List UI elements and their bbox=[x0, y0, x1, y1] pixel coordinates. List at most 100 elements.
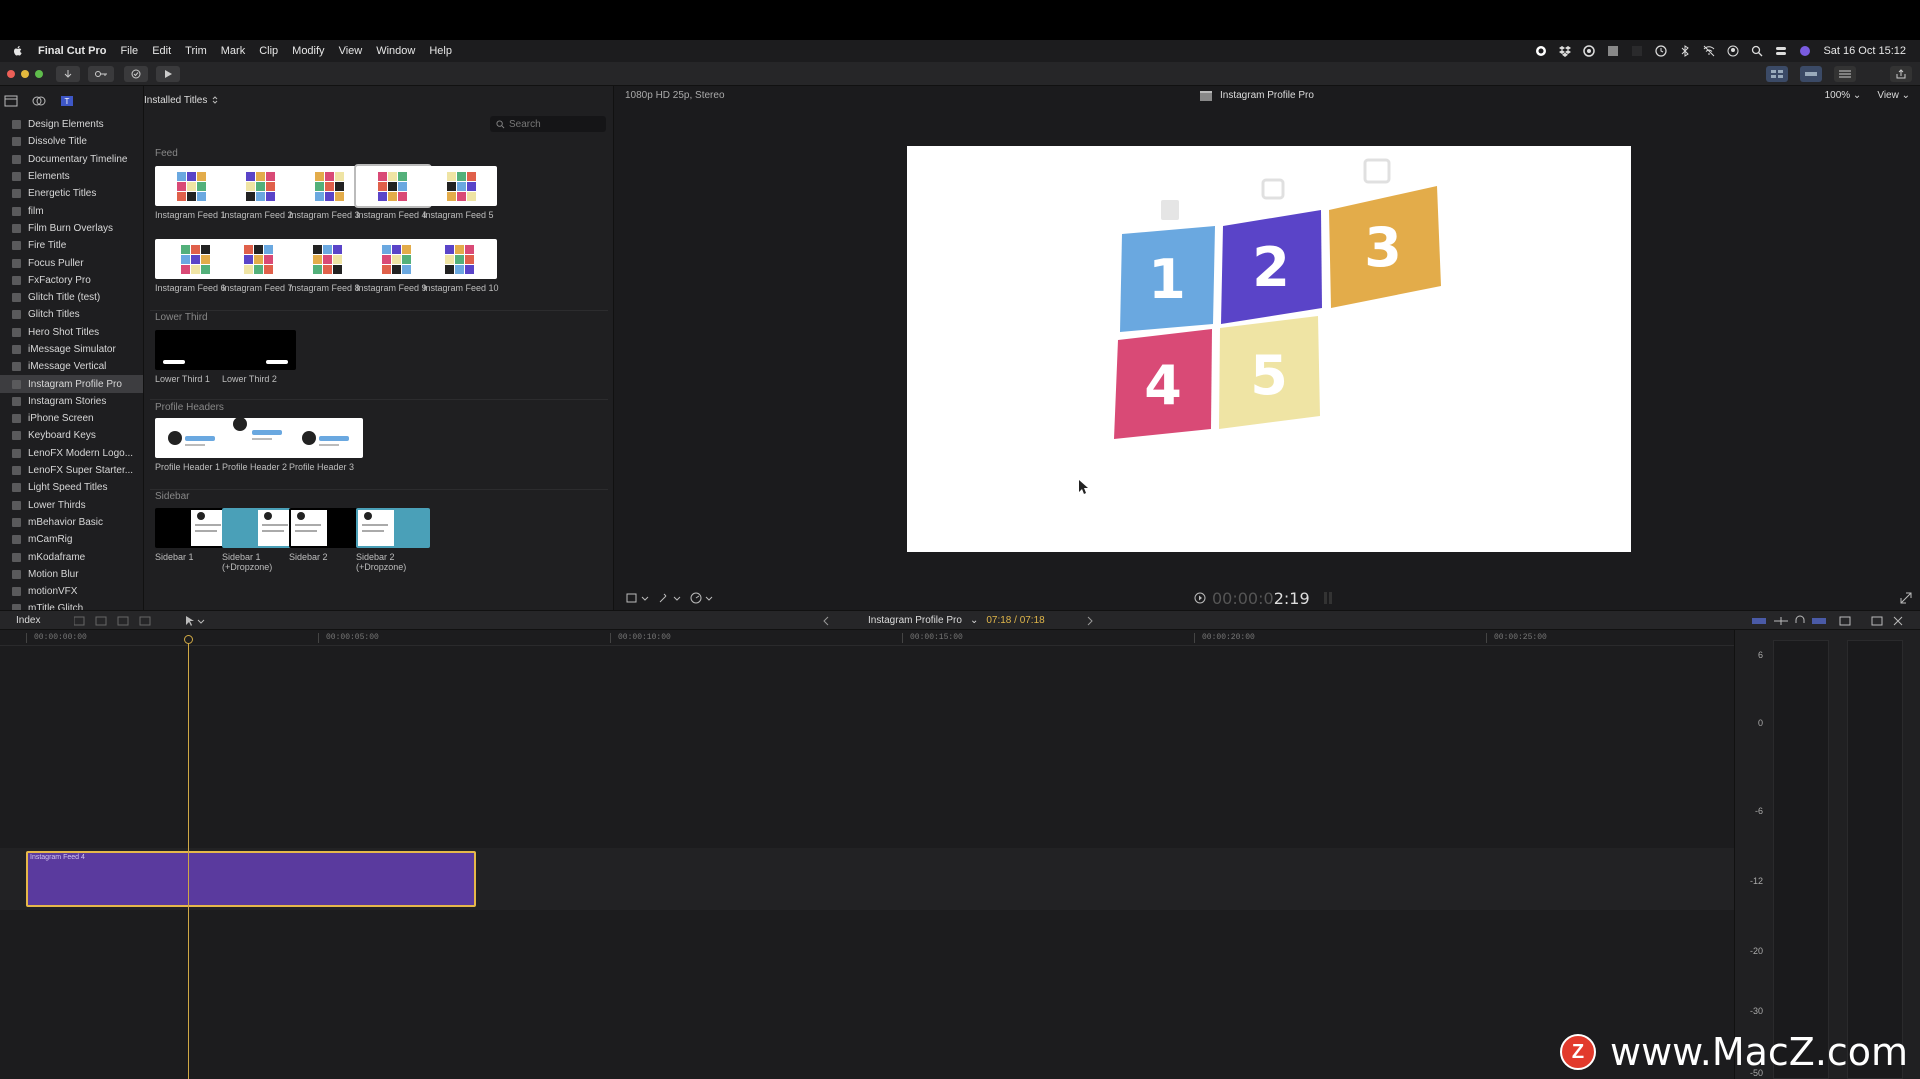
import-button[interactable] bbox=[56, 66, 80, 82]
sidebar-item[interactable]: Motion Blur bbox=[0, 566, 143, 583]
transform-tool-icon[interactable] bbox=[626, 592, 652, 604]
siri-icon[interactable] bbox=[1799, 45, 1811, 57]
sidebar-item[interactable]: Keyboard Keys bbox=[0, 427, 143, 444]
lower-third-thumbnail[interactable] bbox=[222, 330, 296, 370]
sidebar-item[interactable]: Energetic Titles bbox=[0, 185, 143, 202]
creative-cloud-icon[interactable] bbox=[1583, 45, 1596, 57]
sidebar-template-thumbnail[interactable] bbox=[289, 508, 363, 548]
sidebar-item[interactable]: Instagram Stories bbox=[0, 393, 143, 410]
playhead-handle[interactable] bbox=[184, 635, 193, 644]
zoom-dropdown[interactable]: 100% ⌄ bbox=[1825, 90, 1862, 101]
inspector-button[interactable] bbox=[1834, 66, 1856, 82]
sidebar-item[interactable]: Lower Thirds bbox=[0, 497, 143, 514]
wifi-off-icon[interactable] bbox=[1703, 45, 1715, 57]
index-button[interactable]: Index bbox=[16, 615, 40, 626]
play-button[interactable] bbox=[156, 66, 180, 82]
search-icon[interactable] bbox=[1751, 45, 1763, 57]
menu-app-name[interactable]: Final Cut Pro bbox=[38, 45, 106, 57]
timecode-display[interactable]: 00:00:02:19 bbox=[1212, 589, 1310, 608]
menu-clip[interactable]: Clip bbox=[259, 45, 278, 57]
sidebar-item[interactable]: motionVFX bbox=[0, 583, 143, 600]
project-dropdown-icon[interactable]: ⌄ bbox=[970, 615, 978, 626]
edit-buttons-icon[interactable] bbox=[74, 615, 160, 627]
minimize-window-button[interactable] bbox=[21, 70, 29, 78]
menu-modify[interactable]: Modify bbox=[292, 45, 324, 57]
time-machine-icon[interactable] bbox=[1655, 45, 1668, 57]
profile-header-thumbnail[interactable] bbox=[222, 418, 296, 458]
sidebar-item[interactable]: Elements bbox=[0, 168, 143, 185]
app-square-icon[interactable] bbox=[1607, 45, 1619, 57]
back-arrow-icon[interactable] bbox=[822, 615, 830, 627]
menu-window[interactable]: Window bbox=[376, 45, 415, 57]
instagram-feed-thumbnail[interactable] bbox=[155, 239, 229, 279]
control-center-icon[interactable] bbox=[1775, 45, 1787, 57]
instagram-feed-thumbnail[interactable] bbox=[356, 239, 430, 279]
share-button[interactable] bbox=[1890, 66, 1912, 82]
sidebar-template-thumbnail[interactable] bbox=[222, 508, 296, 548]
sidebar-item[interactable]: Focus Puller bbox=[0, 254, 143, 271]
user-icon[interactable] bbox=[1727, 45, 1739, 57]
browser-search-field[interactable]: Search bbox=[490, 116, 606, 132]
app-dark-icon[interactable] bbox=[1631, 45, 1643, 57]
menu-view[interactable]: View bbox=[339, 45, 363, 57]
instagram-feed-thumbnail[interactable] bbox=[289, 166, 363, 206]
titles-generators-icon[interactable]: T bbox=[60, 95, 74, 107]
sidebar-item[interactable]: Dissolve Title bbox=[0, 133, 143, 150]
media-library-icon[interactable] bbox=[4, 95, 18, 107]
sidebar-item[interactable]: Glitch Titles bbox=[0, 306, 143, 323]
profile-header-thumbnail[interactable] bbox=[155, 418, 229, 458]
keyword-button[interactable] bbox=[88, 66, 114, 82]
menu-trim[interactable]: Trim bbox=[185, 45, 207, 57]
timeline-view-controls-icon[interactable] bbox=[1752, 615, 1912, 627]
select-tool-icon[interactable] bbox=[184, 615, 206, 627]
libraries-layout-button[interactable] bbox=[1766, 66, 1788, 82]
project-name[interactable]: Instagram Profile Pro bbox=[868, 615, 962, 626]
sidebar-item[interactable]: Hero Shot Titles bbox=[0, 324, 143, 341]
timeline[interactable]: 00:00:00:00 00:00:05:00 00:00:10:00 00:0… bbox=[0, 630, 1734, 1079]
menu-mark[interactable]: Mark bbox=[221, 45, 245, 57]
profile-header-thumbnail[interactable] bbox=[289, 418, 363, 458]
photos-audio-icon[interactable] bbox=[32, 95, 46, 107]
lower-third-thumbnail[interactable] bbox=[155, 330, 229, 370]
sidebar-item[interactable]: iMessage Simulator bbox=[0, 341, 143, 358]
close-window-button[interactable] bbox=[7, 70, 15, 78]
forward-arrow-icon[interactable] bbox=[1086, 615, 1094, 627]
sidebar-item[interactable]: Light Speed Titles bbox=[0, 479, 143, 496]
sidebar-item[interactable]: mBehavior Basic bbox=[0, 514, 143, 531]
bluetooth-icon[interactable] bbox=[1679, 45, 1691, 57]
playhead[interactable] bbox=[184, 635, 193, 1079]
instagram-feed-thumbnail[interactable] bbox=[222, 166, 296, 206]
zoom-window-button[interactable] bbox=[35, 70, 43, 78]
viewer-canvas[interactable]: 1 2 3 4 5 bbox=[907, 146, 1631, 552]
sidebar-template-thumbnail[interactable] bbox=[356, 508, 430, 548]
timeline-layout-button[interactable] bbox=[1800, 66, 1822, 82]
sidebar-item[interactable]: FxFactory Pro bbox=[0, 272, 143, 289]
background-tasks-button[interactable] bbox=[124, 66, 148, 82]
menu-edit[interactable]: Edit bbox=[152, 45, 171, 57]
sidebar-template-thumbnail[interactable] bbox=[155, 508, 229, 548]
sidebar-item[interactable]: Glitch Title (test) bbox=[0, 289, 143, 306]
enhance-tool-icon[interactable] bbox=[658, 592, 684, 604]
dropbox-icon[interactable] bbox=[1559, 45, 1572, 57]
sidebar-item[interactable]: Fire Title bbox=[0, 237, 143, 254]
instagram-feed-thumbnail[interactable] bbox=[289, 239, 363, 279]
record-icon[interactable] bbox=[1535, 45, 1547, 57]
sidebar-item[interactable]: iMessage Vertical bbox=[0, 358, 143, 375]
menu-help[interactable]: Help bbox=[429, 45, 452, 57]
instagram-feed-thumbnail[interactable] bbox=[222, 239, 296, 279]
installed-titles-dropdown[interactable]: Installed Titles bbox=[144, 95, 207, 106]
view-dropdown[interactable]: View ⌄ bbox=[1877, 90, 1910, 101]
play-circle-icon[interactable] bbox=[1194, 592, 1206, 604]
sidebar-item[interactable]: Design Elements bbox=[0, 116, 143, 133]
timeline-ruler[interactable]: 00:00:00:00 00:00:05:00 00:00:10:00 00:0… bbox=[0, 630, 1734, 646]
instagram-feed-thumbnail[interactable] bbox=[423, 166, 497, 206]
sidebar-item[interactable]: Documentary Timeline bbox=[0, 151, 143, 168]
sidebar-item[interactable]: Film Burn Overlays bbox=[0, 220, 143, 237]
sidebar-item[interactable]: iPhone Screen bbox=[0, 410, 143, 427]
apple-icon[interactable] bbox=[12, 45, 24, 57]
fullscreen-icon[interactable] bbox=[1900, 592, 1912, 604]
speed-tool-icon[interactable] bbox=[690, 592, 716, 604]
sidebar-item[interactable]: LenoFX Modern Logo... bbox=[0, 445, 143, 462]
sidebar-item[interactable]: LenoFX Super Starter... bbox=[0, 462, 143, 479]
sidebar-item[interactable]: film bbox=[0, 202, 143, 219]
